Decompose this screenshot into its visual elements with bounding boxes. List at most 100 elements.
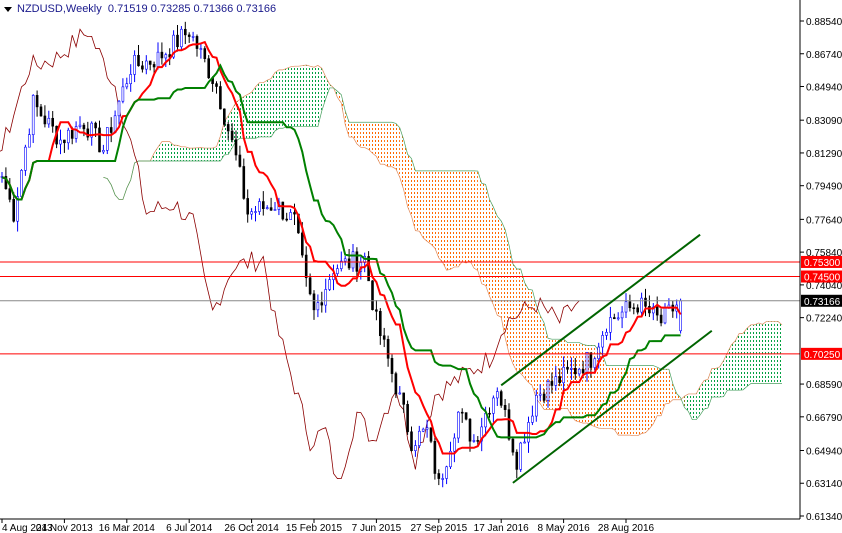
kumo-cloud-segment — [427, 170, 431, 245]
candle-body — [499, 391, 503, 406]
kumo-cloud-segment — [477, 171, 482, 284]
kumo-cloud-segment — [536, 305, 541, 404]
candle-body — [316, 302, 320, 311]
candle-body — [78, 124, 82, 127]
candle-body — [375, 309, 378, 312]
candle-body — [492, 397, 495, 414]
candle-body — [425, 427, 429, 430]
kumo-cloud-segment — [247, 92, 252, 139]
candle-body — [24, 146, 27, 171]
candle-body — [265, 207, 269, 209]
candle-body — [632, 307, 636, 310]
candle-body — [141, 65, 144, 70]
kumo-cloud-segment — [286, 66, 291, 127]
kumo-cloud-segment — [310, 66, 314, 127]
kumo-cloud-segment — [181, 146, 186, 162]
time-tick-label: 8 May 2016 — [537, 523, 590, 533]
kumo-cloud-segment — [173, 145, 178, 162]
candle-body — [226, 124, 230, 132]
kumo-cloud-segment — [380, 122, 385, 165]
candle-body — [156, 51, 160, 68]
candle-body — [312, 293, 316, 311]
candle-body — [137, 55, 140, 67]
candle-body — [102, 150, 105, 153]
chart-window[interactable]: NZDUSD,Weekly 0.71519 0.73285 0.71366 0.… — [0, 0, 842, 533]
kumo-cloud-segment — [372, 122, 377, 157]
candle-body — [238, 154, 242, 167]
kumo-cloud-segment — [212, 146, 217, 162]
candle-body — [390, 358, 394, 374]
kumo-cloud-segment — [263, 80, 268, 137]
candle-body — [550, 381, 554, 386]
kumo-cloud-segment — [637, 365, 642, 436]
candle-body — [394, 373, 398, 395]
candle-body — [281, 201, 285, 220]
candle-body — [250, 211, 253, 215]
candle-body — [320, 302, 324, 306]
candle-body — [230, 130, 234, 141]
candle-body — [601, 335, 604, 348]
candle-body — [429, 427, 433, 442]
kumo-cloud-segment — [251, 86, 256, 139]
candle-body — [476, 440, 480, 442]
kumo-cloud-segment — [462, 170, 467, 263]
kumo-cloud-segment — [509, 245, 513, 364]
candle-body — [261, 201, 265, 209]
candle-body — [648, 306, 651, 314]
candle-body — [160, 51, 164, 59]
candle-body — [70, 129, 74, 139]
kumo-cloud-segment — [392, 122, 396, 169]
candle-body — [285, 218, 289, 221]
kumo-cloud-segment — [161, 141, 166, 162]
kumo-cloud-segment — [177, 145, 182, 162]
kumo-cloud-segment — [345, 110, 350, 138]
candle-body — [304, 254, 308, 279]
price-tick-label: 0.86740 — [806, 50, 842, 61]
candle-body — [63, 139, 66, 144]
kumo-cloud-segment — [661, 369, 665, 416]
kumo-cloud-segment — [739, 333, 743, 391]
kumo-cloud-segment — [497, 216, 502, 318]
candle-body — [39, 106, 43, 117]
kumo-cloud-segment — [493, 207, 498, 316]
kumo-cloud-segment — [282, 68, 287, 129]
kumo-cloud-segment — [470, 170, 474, 269]
candle-body — [47, 117, 51, 125]
kumo-cloud-segment — [189, 148, 194, 162]
candle-body — [293, 212, 296, 215]
candle-body — [378, 310, 382, 336]
kumo-cloud-segment — [754, 322, 759, 384]
price-tick-label: 0.77640 — [806, 215, 842, 226]
kumo-cloud-segment — [419, 170, 424, 238]
kumo-cloud-segment — [770, 321, 775, 384]
candle-body — [609, 317, 612, 333]
candle-body — [129, 74, 132, 85]
price-chart[interactable]: 0.88540 0.86740 0.84940 0.83090 0.81290 0.794… — [0, 0, 842, 533]
candle-body — [593, 358, 597, 368]
candle-body — [67, 129, 70, 144]
kumo-cloud-segment — [614, 365, 619, 436]
time-tick-label: 24 Nov 2013 — [36, 523, 93, 533]
candle-body — [207, 58, 210, 79]
kumo-cloud-segment — [704, 379, 708, 410]
kumo-cloud-segment — [665, 369, 669, 405]
candle-body — [164, 54, 168, 59]
candle-body — [246, 198, 249, 215]
kumo-cloud-segment — [368, 122, 373, 154]
candle-body — [433, 441, 437, 474]
candle-body — [8, 188, 12, 200]
candle-body — [273, 209, 277, 211]
kumo-cloud-segment — [758, 322, 763, 384]
candle-body — [343, 258, 347, 262]
candle-body — [437, 473, 441, 479]
candle-body — [199, 48, 203, 50]
dropdown-triangle-icon[interactable] — [4, 6, 12, 12]
candle-body — [531, 415, 534, 423]
candle-body — [106, 127, 109, 151]
candle-body — [289, 212, 292, 220]
candle-body — [616, 317, 620, 320]
kumo-cloud-segment — [193, 147, 197, 162]
candle-body — [98, 127, 101, 153]
candle-body — [109, 127, 113, 133]
candle-body — [43, 115, 47, 125]
